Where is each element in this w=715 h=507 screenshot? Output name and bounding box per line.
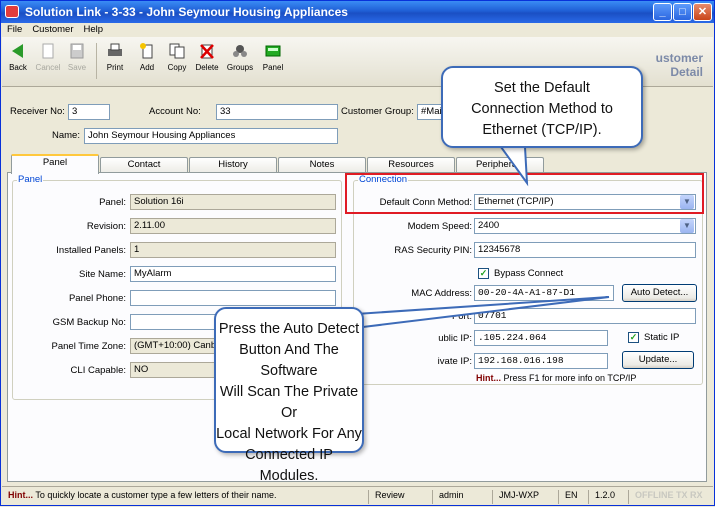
tab-panel[interactable]: Panel bbox=[11, 154, 99, 174]
callout-bottom-pointer bbox=[337, 296, 610, 329]
callout-default-connection: Set the Default Connection Method to Eth… bbox=[441, 66, 643, 148]
status-review: Review bbox=[368, 490, 426, 504]
app-window: Solution Link - 3-33 - John Seymour Hous… bbox=[0, 0, 715, 506]
callout-auto-detect: Press the Auto Detect Button And The Sof… bbox=[214, 307, 364, 484]
status-language: EN bbox=[558, 490, 584, 504]
callout-top-pointer bbox=[499, 146, 529, 187]
status-bar: Hint... To quickly locate a customer typ… bbox=[2, 486, 713, 505]
status-hint: Hint... To quickly locate a customer typ… bbox=[8, 490, 277, 500]
status-machine: JMJ-WXP bbox=[492, 490, 554, 504]
status-version: 1.2.0 bbox=[588, 490, 624, 504]
status-user: admin bbox=[432, 490, 488, 504]
status-connection: OFFLINE TX RX bbox=[628, 490, 712, 504]
